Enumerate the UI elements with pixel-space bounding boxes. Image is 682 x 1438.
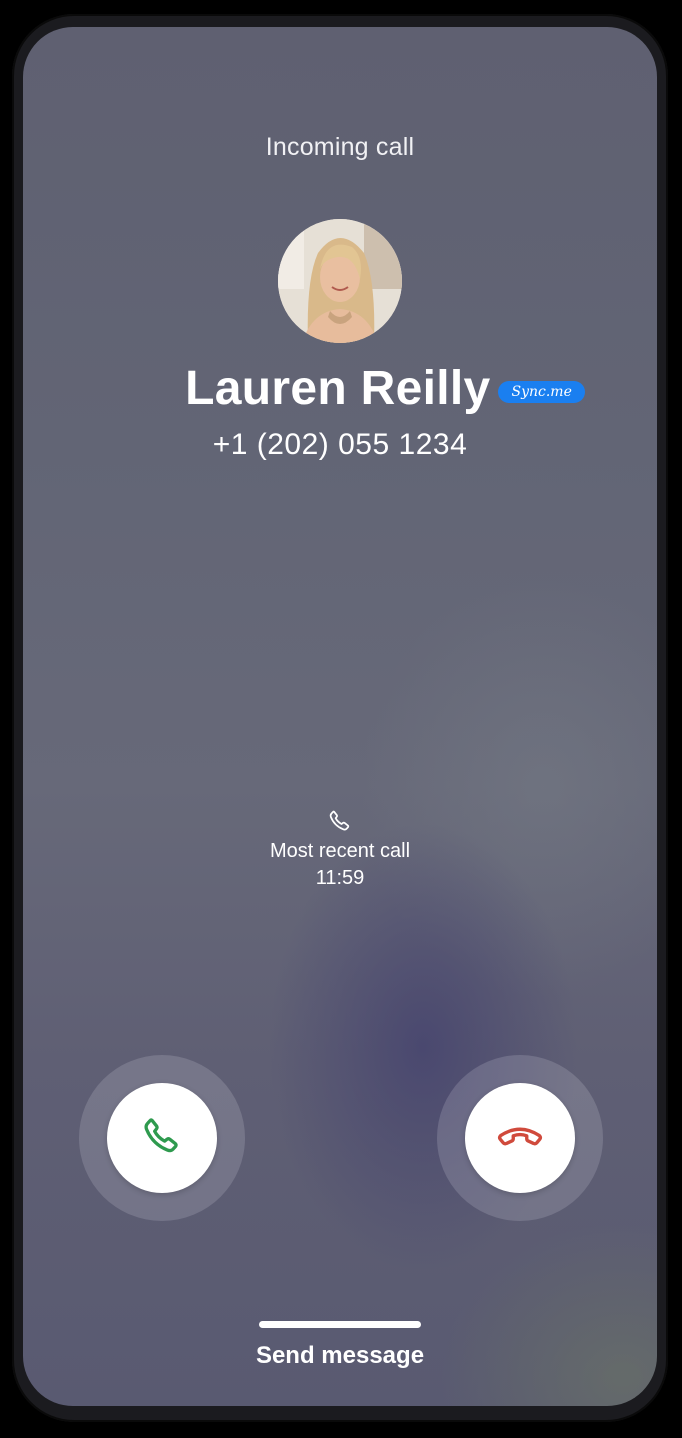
- phone-icon: [327, 808, 353, 834]
- send-message-button[interactable]: Send message: [23, 1342, 657, 1370]
- syncme-badge: Sync.me: [498, 380, 585, 403]
- caller-phone-number: +1 (202) 055 1234: [212, 428, 468, 461]
- most-recent-call-label: Most recent call: [269, 840, 411, 862]
- most-recent-call-time: 11:59: [315, 867, 365, 889]
- phone-accept-icon: [140, 1114, 184, 1163]
- caller-avatar: [278, 219, 402, 343]
- most-recent-call-info: Most recent call 11:59: [23, 808, 657, 892]
- decline-call-area[interactable]: [437, 1055, 603, 1221]
- decline-call-button[interactable]: [465, 1083, 575, 1193]
- caller-name: Lauren Reilly: [185, 362, 491, 415]
- accept-call-button[interactable]: [107, 1083, 217, 1193]
- incoming-call-screen: Incoming call Lauren Reilly Sync.me +1 (…: [23, 27, 657, 1406]
- send-message-swipe-handle[interactable]: [259, 1321, 421, 1328]
- call-status-label: Incoming call: [265, 133, 415, 161]
- accept-call-area[interactable]: [79, 1055, 245, 1221]
- caller-name-row: Lauren Reilly Sync.me: [23, 361, 657, 416]
- phone-decline-icon: [493, 1109, 547, 1168]
